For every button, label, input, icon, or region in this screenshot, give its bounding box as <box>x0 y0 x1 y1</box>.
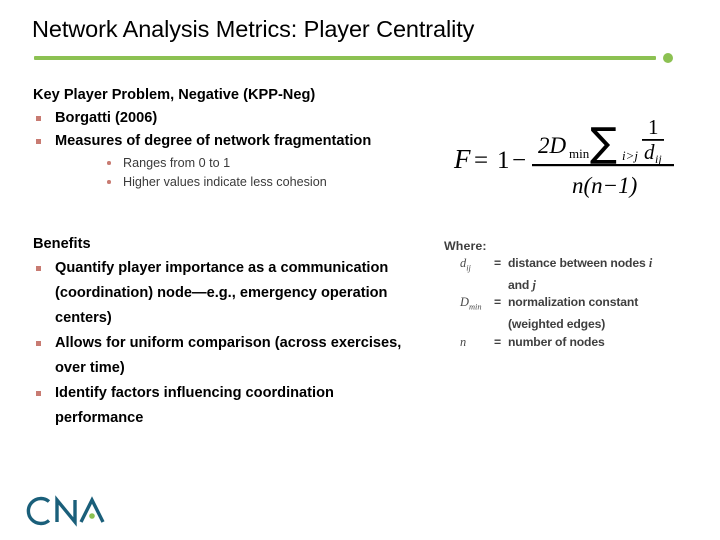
formula-coefficient-sub: min <box>569 146 590 161</box>
square-bullet-icon <box>36 341 41 346</box>
where-definition-continued: (weighted edges) <box>508 317 606 332</box>
formula-one: 1 <box>497 147 510 174</box>
benefits-section: Benefits Quantify player importance as a… <box>33 234 403 431</box>
where-definition: distance between nodes i <box>508 256 653 270</box>
list-item-label: Allows for uniform comparison (across ex… <box>55 335 402 376</box>
formula-coefficient: 2D <box>538 133 567 158</box>
logo-letter-n <box>55 495 77 527</box>
dot-bullet-icon <box>107 180 111 184</box>
cna-logo-svg <box>26 495 105 527</box>
list-item-label: Ranges from 0 to 1 <box>123 156 231 170</box>
where-legend-rows: dij = distance between nodes i and j Dmi… <box>460 255 712 356</box>
where-legend: Where: dij = distance between nodes i an… <box>444 238 712 356</box>
list-item-label: Quantify player importance as a communic… <box>55 260 389 326</box>
list-item: Borgatti (2006) <box>33 107 433 130</box>
where-equals: = <box>494 334 502 349</box>
kpp-section: Key Player Problem, Negative (KPP-Neg) B… <box>33 85 433 192</box>
list-item: Measures of degree of network fragmentat… <box>33 130 433 193</box>
formula-svg: F = 1 − 2D min ∑ i>j 1 d ij n(n−1) <box>453 115 674 198</box>
where-definition-continued: and j <box>508 277 536 292</box>
formula-inner-denominator: d <box>644 140 655 164</box>
square-bullet-icon <box>36 116 41 121</box>
where-definition: normalization constant <box>508 295 639 310</box>
where-definition: number of nodes <box>508 334 605 349</box>
cna-logo <box>22 494 132 528</box>
page-title: Network Analysis Metrics: Player Central… <box>32 16 475 42</box>
where-legend-title: Where: <box>444 239 487 253</box>
where-symbol: dij <box>460 256 471 273</box>
logo-dot-icon <box>89 513 95 519</box>
list-item-label: Higher values indicate less cohesion <box>123 175 327 189</box>
formula-lhs: F <box>453 144 471 174</box>
list-item: Identify factors influencing coordinatio… <box>33 381 403 431</box>
list-item: Ranges from 0 to 1 <box>101 154 433 173</box>
formula-inner-numerator: 1 <box>648 115 659 139</box>
where-legend-row: n = number of nodes <box>460 334 712 356</box>
where-equals: = <box>494 256 502 270</box>
kpp-sub-bullet-list: Ranges from 0 to 1 Higher values indicat… <box>55 154 433 192</box>
fragmentation-formula: F = 1 − 2D min ∑ i>j 1 d ij n(n−1) <box>452 100 692 210</box>
kpp-bullet-list: Borgatti (2006) Measures of degree of ne… <box>33 107 433 192</box>
formula-sum-index: i>j <box>622 148 638 163</box>
summation-icon: ∑ <box>590 120 617 166</box>
formula-denominator: n(n−1) <box>572 173 637 198</box>
benefits-bullet-list: Quantify player importance as a communic… <box>33 256 403 431</box>
square-bullet-icon <box>36 266 41 271</box>
formula-inner-denominator-sub: ij <box>655 152 662 166</box>
title-divider-rule <box>34 56 656 60</box>
formula-minus: − <box>512 147 526 174</box>
list-item: Quantify player importance as a communic… <box>33 256 403 331</box>
where-equals: = <box>494 295 502 310</box>
title-divider-dot-icon <box>663 53 673 63</box>
list-item: Higher values indicate less cohesion <box>101 173 433 192</box>
square-bullet-icon <box>36 138 41 144</box>
where-symbol: Dmin <box>460 295 482 312</box>
dot-bullet-icon <box>107 161 111 165</box>
square-bullet-icon <box>36 391 41 396</box>
list-item: Allows for uniform comparison (across ex… <box>33 331 403 381</box>
list-item-label: Measures of degree of network fragmentat… <box>55 132 372 149</box>
kpp-heading: Key Player Problem, Negative (KPP-Neg) <box>33 87 316 103</box>
where-legend-row: dij = distance between nodes i <box>460 255 712 277</box>
list-item-label: Borgatti (2006) <box>55 110 158 126</box>
logo-letter-c <box>26 496 51 526</box>
list-item-label: Identify factors influencing coordinatio… <box>55 385 334 426</box>
where-symbol: n <box>460 334 467 349</box>
formula-equals: = <box>474 147 488 174</box>
slide-canvas: Network Analysis Metrics: Player Central… <box>0 0 720 540</box>
where-legend-row: Dmin = normalization constant <box>460 294 712 316</box>
benefits-heading: Benefits <box>33 236 91 252</box>
